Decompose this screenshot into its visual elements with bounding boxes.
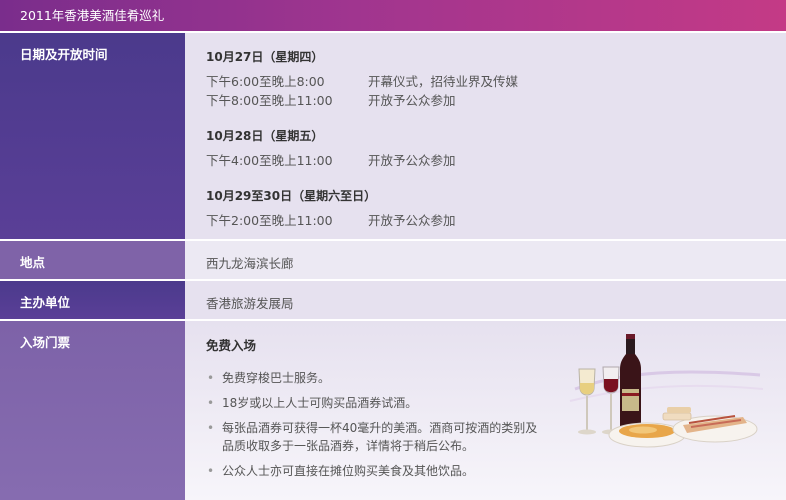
bullet-dot-icon: • — [207, 396, 215, 410]
row-admission: 入场门票 免费入场 • 免费穿梭巴士服务。 • 18岁或以上人士可购买品酒券试酒。 … — [0, 321, 786, 500]
admission-title: 免费入场 — [206, 338, 257, 353]
list-item-text: 公众人士亦可直接在摊位购买美食及其他饮品。 — [222, 464, 475, 478]
date-heading: 10月29至30日（星期六至日） — [206, 189, 377, 203]
schedule-line: 下午4:00至晚上11:00 开放予公众参加 — [206, 150, 766, 168]
schedule-time: 下午8:00至晚上11:00 — [206, 93, 333, 108]
white-wine-glass-icon — [578, 368, 596, 435]
bullet-dot-icon: • — [207, 371, 215, 385]
red-wine-glass-icon — [602, 366, 620, 435]
row-content-admission: 免费入场 • 免费穿梭巴士服务。 • 18岁或以上人士可购买品酒券试酒。 • 每张品酒… — [185, 321, 786, 500]
wine-and-food-illustration — [569, 334, 764, 448]
schedule-line: 下午2:00至晚上11:00 开放予公众参加 — [206, 210, 766, 228]
date-heading: 10月28日（星期五） — [206, 129, 324, 143]
schedule-line: 下午6:00至晚上8:00 开幕仪式，招待业界及传媒 — [206, 71, 766, 89]
schedule-desc: 开放予公众参加 — [368, 93, 456, 108]
list-item: • 18岁或以上人士可购买品酒券试酒。 — [206, 394, 546, 412]
wine-bottle-icon — [620, 334, 641, 433]
schedule-desc: 开放予公众参加 — [368, 213, 456, 228]
row-label-dates: 日期及开放时间 — [0, 33, 185, 239]
schedule-time: 下午2:00至晚上11:00 — [206, 213, 333, 228]
row-label-admission: 入场门票 — [0, 321, 185, 500]
row-content-venue: 西九龙海滨长廊 — [185, 241, 786, 279]
row-label-organizer: 主办单位 — [0, 281, 185, 319]
list-item-text: 免费穿梭巴士服务。 — [222, 371, 331, 385]
row-label-venue: 地点 — [0, 241, 185, 279]
list-item-text: 18岁或以上人士可购买品酒券试酒。 — [222, 396, 418, 410]
bullet-dot-icon: • — [207, 421, 215, 435]
venue-value: 西九龙海滨长廊 — [206, 256, 294, 271]
schedule-time: 下午4:00至晚上11:00 — [206, 153, 333, 168]
list-item-text: 每张品酒券可获得一杯40毫升的美酒。酒商可按酒的类别及品质收取多于一张品酒券，详… — [222, 421, 538, 453]
decorative-swoosh — [569, 384, 764, 402]
list-item: • 公众人士亦可直接在摊位购买美食及其他饮品。 — [206, 462, 546, 480]
row-content-dates: 10月27日（星期四） 下午6:00至晚上8:00 开幕仪式，招待业界及传媒 下… — [185, 33, 786, 239]
list-item: • 每张品酒券可获得一杯40毫升的美酒。酒商可按酒的类别及品质收取多于一张品酒券，… — [206, 419, 546, 455]
row-organizer: 主办单位 香港旅游发展局 — [0, 281, 786, 319]
row-dates: 日期及开放时间 10月27日（星期四） 下午6:00至晚上8:00 开幕仪式，招… — [0, 33, 786, 239]
organizer-value: 香港旅游发展局 — [206, 296, 294, 311]
list-item: • 免费穿梭巴士服务。 — [206, 369, 546, 387]
date-heading: 10月27日（星期四） — [206, 50, 324, 64]
page-title: 2011年香港美酒佳肴巡礼 — [0, 0, 786, 31]
row-venue: 地点 西九龙海滨长廊 — [0, 241, 786, 279]
schedule-time: 下午6:00至晚上8:00 — [206, 74, 325, 89]
admission-list: • 免费穿梭巴士服务。 • 18岁或以上人士可购买品酒券试酒。 • 每张品酒券可获得一… — [206, 369, 546, 487]
schedule-desc: 开幕仪式，招待业界及传媒 — [368, 74, 519, 89]
schedule-line: 下午8:00至晚上11:00 开放予公众参加 — [206, 90, 766, 108]
bullet-dot-icon: • — [207, 464, 215, 478]
schedule-desc: 开放予公众参加 — [368, 153, 456, 168]
row-content-organizer: 香港旅游发展局 — [185, 281, 786, 319]
